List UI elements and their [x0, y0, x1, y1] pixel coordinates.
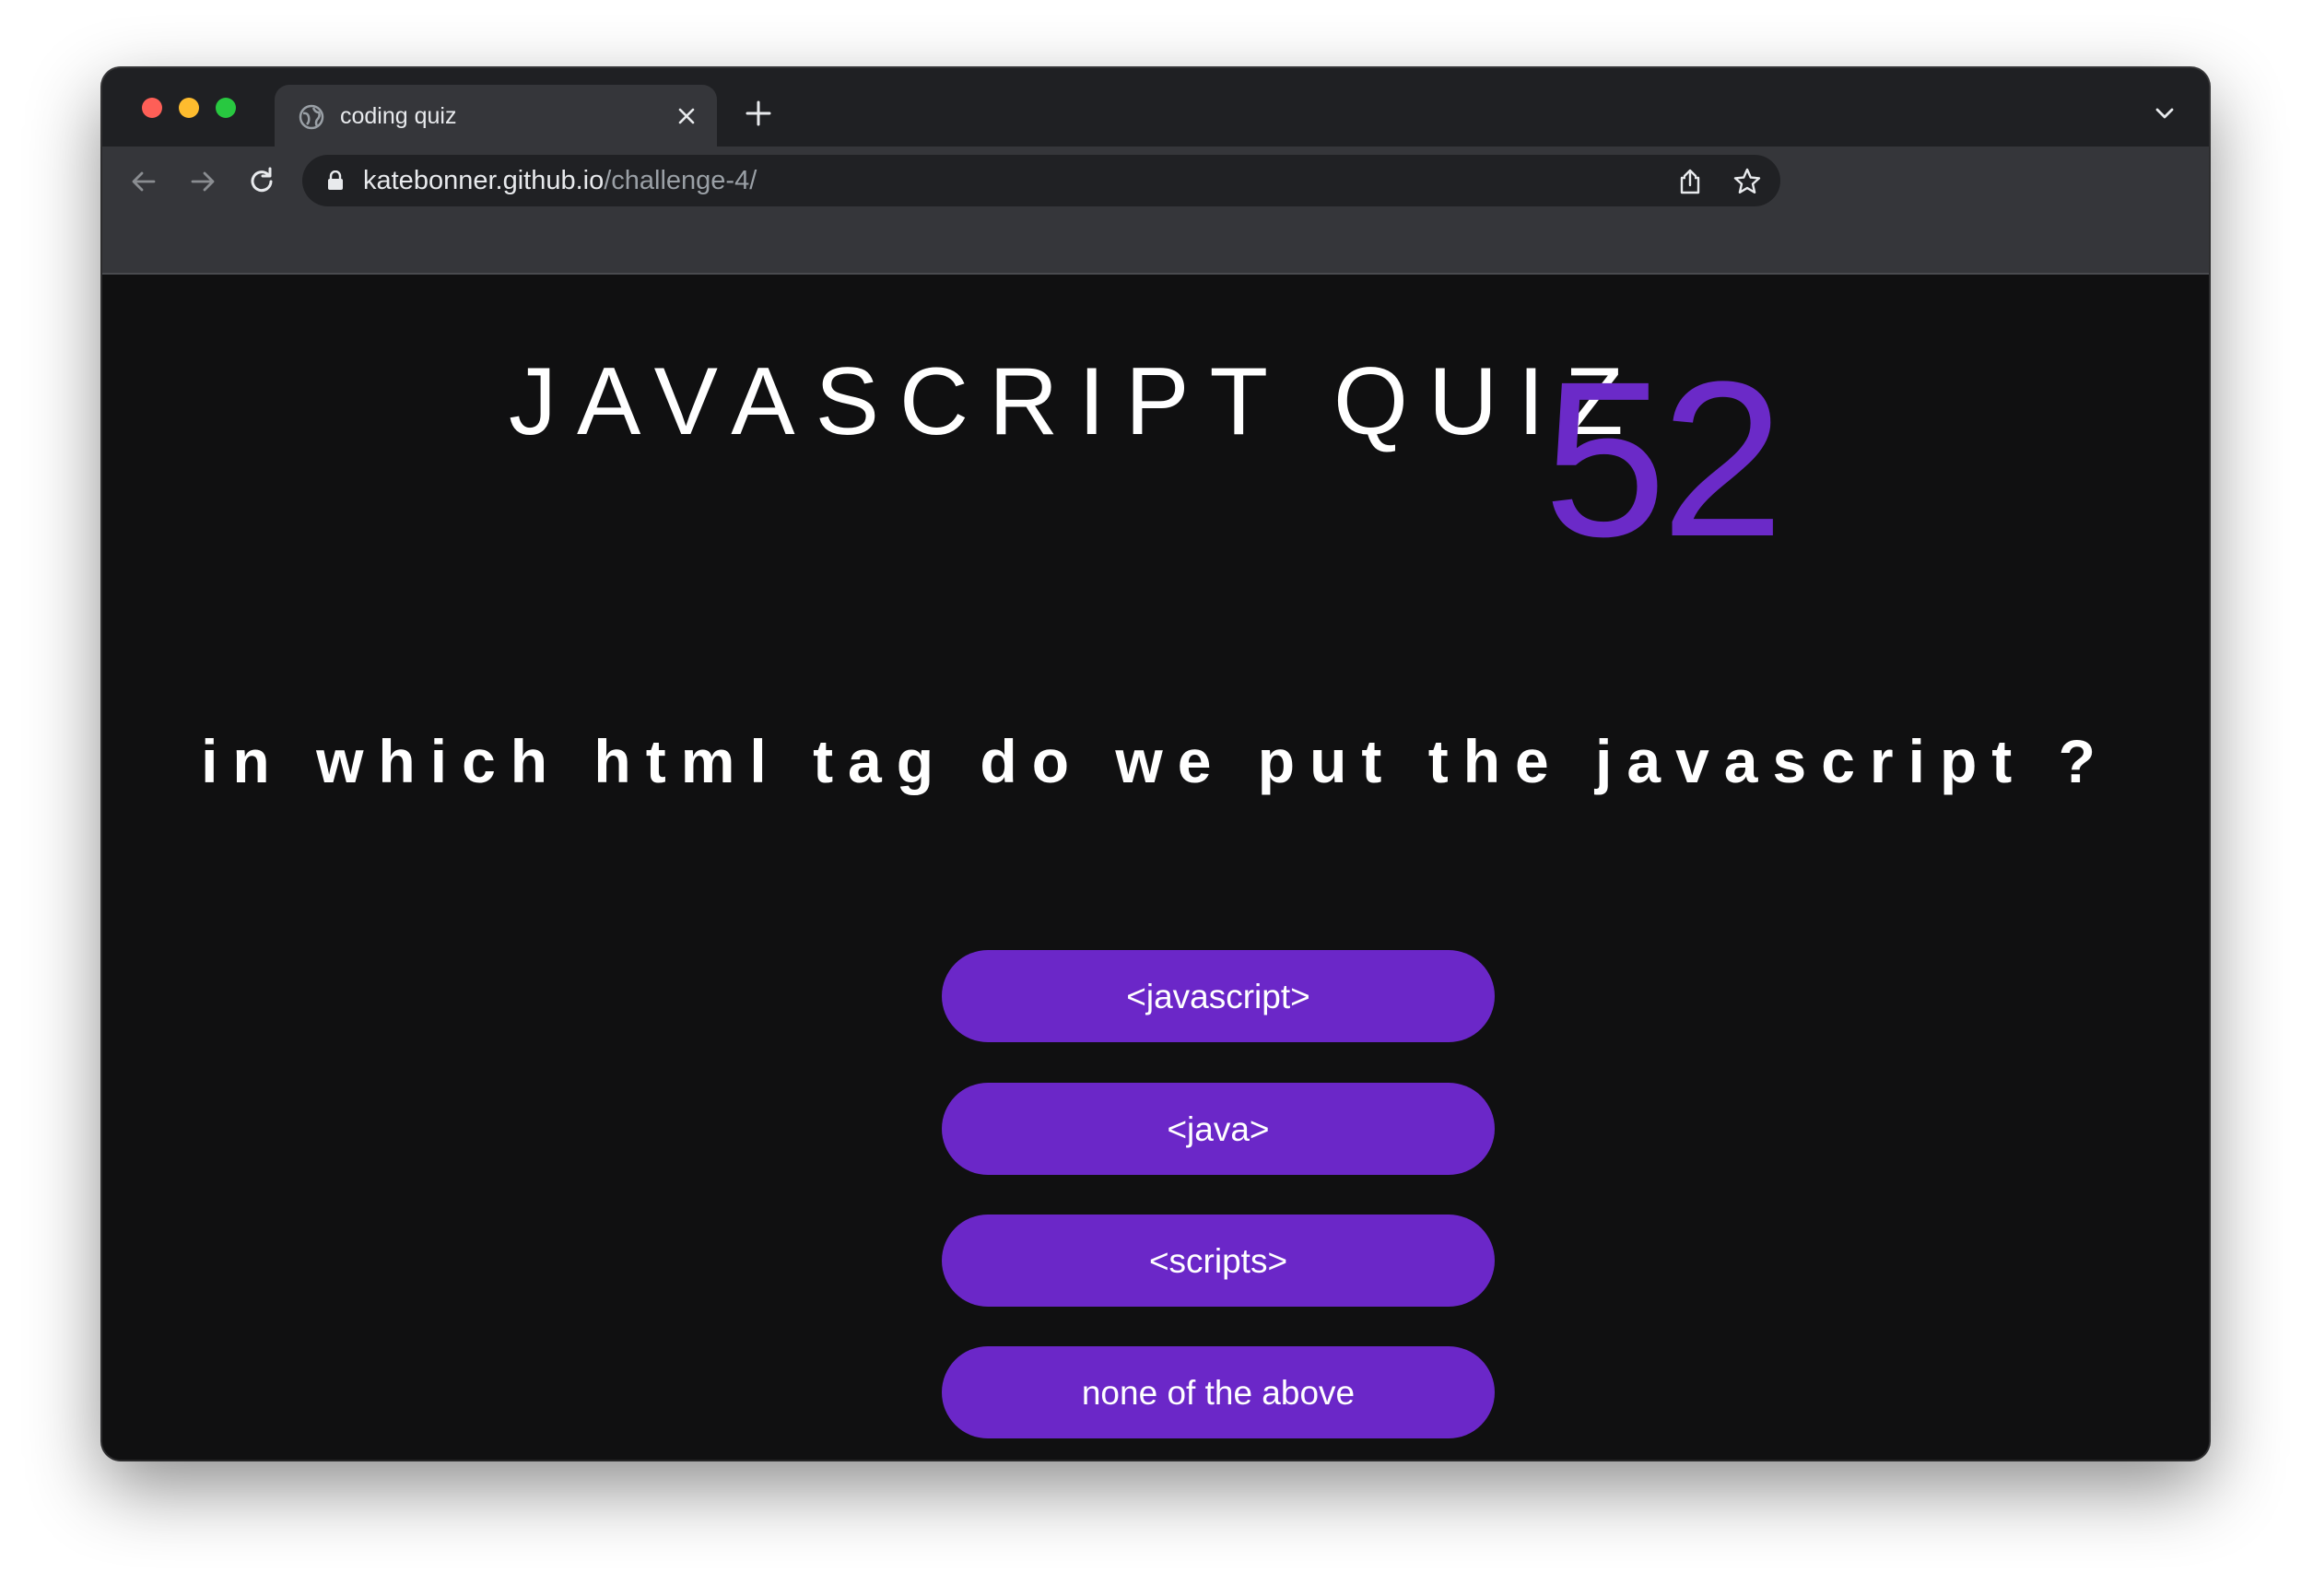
globe-icon — [299, 104, 324, 130]
url-host: katebonner.github.io — [363, 166, 605, 195]
close-window-button[interactable] — [142, 98, 162, 118]
chevron-down-icon[interactable] — [2153, 101, 2177, 125]
tab-strip: coding quiz — [102, 68, 2209, 147]
close-tab-icon[interactable] — [673, 102, 700, 130]
browser-window: coding quiz katebonner.github.io/challen… — [102, 68, 2209, 1460]
address-bar[interactable]: katebonner.github.io/challenge-4/ — [302, 155, 1780, 206]
lock-icon[interactable] — [326, 170, 345, 191]
url-path: /challenge-4/ — [604, 166, 757, 195]
bookmark-star-icon[interactable] — [1732, 167, 1762, 196]
tab-title: coding quiz — [340, 103, 457, 129]
new-tab-icon[interactable] — [743, 98, 774, 129]
reload-icon[interactable] — [245, 165, 278, 198]
answer-button-scripts[interactable]: <scripts> — [942, 1215, 1495, 1307]
browser-toolbar: katebonner.github.io/challenge-4/ — [102, 147, 2209, 275]
page-title: JAVASCRIPT QUIZ — [509, 348, 1644, 455]
answer-button-none-of-the-above[interactable]: none of the above — [942, 1346, 1495, 1438]
url-text[interactable]: katebonner.github.io/challenge-4/ — [363, 165, 757, 196]
share-icon[interactable] — [1677, 168, 1703, 195]
maximize-window-button[interactable] — [216, 98, 236, 118]
forward-arrow-icon[interactable] — [186, 165, 219, 198]
answer-button-javascript[interactable]: <javascript> — [942, 950, 1495, 1042]
countdown-timer: 52 — [1544, 335, 1784, 582]
back-arrow-icon[interactable] — [127, 165, 160, 198]
question-text: in which html tag do we put the javascri… — [201, 727, 2110, 795]
answer-button-java[interactable]: <java> — [942, 1083, 1495, 1175]
minimize-window-button[interactable] — [179, 98, 199, 118]
quiz-page: JAVASCRIPT QUIZ 52 in which html tag do … — [102, 275, 2209, 1460]
tab-coding-quiz[interactable]: coding quiz — [275, 85, 717, 147]
